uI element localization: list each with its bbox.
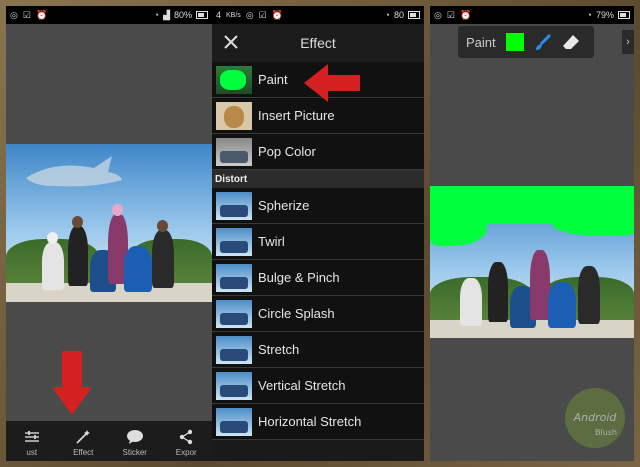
chevron-icon[interactable]: › bbox=[622, 30, 634, 54]
paint-label: Paint bbox=[466, 34, 496, 50]
page-title: Effect bbox=[300, 35, 336, 51]
brush-icon[interactable] bbox=[534, 33, 552, 51]
red-arrow-left-icon bbox=[304, 64, 360, 102]
effect-label: Circle Splash bbox=[258, 306, 335, 321]
photo-canvas[interactable] bbox=[6, 144, 212, 302]
photo-canvas[interactable] bbox=[430, 186, 634, 338]
svg-text:Blush: Blush bbox=[595, 428, 617, 437]
effect-label: Horizontal Stretch bbox=[258, 414, 362, 429]
battery-icon bbox=[408, 11, 420, 19]
status-bar: ◎ ☑ ⏰ ◔ 79% bbox=[430, 6, 634, 24]
effect-label: Stretch bbox=[258, 342, 300, 357]
speed-text: KB/s bbox=[226, 11, 241, 19]
tool-effect[interactable]: Effect bbox=[59, 429, 107, 457]
battery-icon bbox=[196, 11, 208, 19]
color-swatch[interactable] bbox=[505, 33, 524, 51]
watermark-logo: Android Blush bbox=[565, 388, 625, 448]
checkbox-icon: ☑ bbox=[446, 9, 455, 20]
whatsapp-icon: ◎ bbox=[434, 9, 442, 20]
effect-item-circle-splash[interactable]: Circle Splash bbox=[212, 296, 424, 332]
status-text: 4 bbox=[216, 10, 222, 20]
effect-label: Pop Color bbox=[258, 144, 316, 159]
shark-image bbox=[26, 156, 122, 187]
close-icon[interactable] bbox=[222, 33, 240, 51]
effect-thumbnail bbox=[216, 101, 252, 130]
effect-thumbnail bbox=[216, 335, 252, 364]
screenshot-effect-menu: 4 KB/s ◎ ☑ ⏰ ◔ 80 Effect Paint Insert Pi… bbox=[212, 6, 424, 461]
checkbox-icon: ☑ bbox=[22, 9, 31, 20]
effect-item-insert-picture[interactable]: Insert Picture bbox=[212, 98, 424, 134]
alarm-icon: ⏰ bbox=[35, 9, 48, 20]
status-bar: 4 KB/s ◎ ☑ ⏰ ◔ 80 bbox=[212, 6, 424, 24]
effect-item-vertical-stretch[interactable]: Vertical Stretch bbox=[212, 368, 424, 404]
effect-thumbnail bbox=[216, 371, 252, 400]
red-arrow-down-icon bbox=[52, 351, 92, 415]
effect-item-horizontal-stretch[interactable]: Horizontal Stretch bbox=[212, 404, 424, 440]
screenshot-paint-mode: ◎ ☑ ⏰ ◔ 79% Paint › Android Blush bbox=[430, 6, 634, 461]
whatsapp-icon: ◎ bbox=[245, 9, 254, 20]
wifi-icon: ◔ bbox=[153, 10, 160, 20]
tool-label: Sticker bbox=[122, 448, 147, 457]
effect-thumbnail bbox=[216, 299, 252, 328]
share-icon bbox=[180, 429, 193, 445]
effect-thumbnail bbox=[216, 65, 252, 94]
effect-label: Paint bbox=[258, 72, 288, 87]
sliders-icon bbox=[24, 431, 39, 442]
effect-thumbnail bbox=[216, 407, 252, 436]
tool-adjust[interactable]: ust bbox=[8, 429, 56, 457]
screenshot-editor-main: ◎ ☑ ⏰ ◔ ▟ 80% ust Effect Sticker Expor bbox=[6, 6, 212, 461]
wifi-icon: ◔ bbox=[384, 10, 390, 20]
alarm-icon: ⏰ bbox=[271, 9, 283, 20]
svg-text:Android: Android bbox=[573, 411, 618, 424]
effect-header: Effect bbox=[212, 24, 424, 62]
tool-label: Effect bbox=[73, 448, 94, 457]
signal-icon: ▟ bbox=[163, 9, 170, 20]
tool-sticker[interactable]: Sticker bbox=[111, 429, 159, 457]
section-header-distort: Distort bbox=[212, 170, 424, 188]
battery-percent: 80 bbox=[393, 10, 404, 20]
wifi-icon: ◔ bbox=[586, 10, 592, 20]
effect-label: Twirl bbox=[258, 234, 285, 249]
effect-thumbnail bbox=[216, 227, 252, 256]
effect-item-stretch[interactable]: Stretch bbox=[212, 332, 424, 368]
editor-toolbar: ust Effect Sticker Expor bbox=[6, 421, 212, 461]
effect-item-twirl[interactable]: Twirl bbox=[212, 224, 424, 260]
tool-label: ust bbox=[26, 448, 38, 457]
effect-thumbnail bbox=[216, 263, 252, 292]
battery-icon bbox=[618, 11, 630, 19]
tool-export[interactable]: Expor bbox=[162, 429, 210, 457]
effect-label: Spherize bbox=[258, 198, 310, 213]
effect-label: Bulge & Pinch bbox=[258, 270, 340, 285]
battery-percent: 80% bbox=[173, 10, 192, 20]
magic-wand-icon bbox=[76, 430, 91, 444]
whatsapp-icon: ◎ bbox=[10, 9, 18, 20]
battery-percent: 79% bbox=[595, 10, 614, 20]
effect-thumbnail bbox=[216, 137, 252, 166]
alarm-icon: ⏰ bbox=[459, 9, 472, 20]
effect-item-spherize[interactable]: Spherize bbox=[212, 188, 424, 224]
effect-thumbnail bbox=[216, 191, 252, 220]
paint-toolbar: Paint bbox=[458, 26, 594, 58]
checkbox-icon: ☑ bbox=[258, 9, 267, 20]
effect-label: Insert Picture bbox=[258, 108, 335, 123]
effect-list: Paint Insert Picture Pop Color Distort S… bbox=[212, 62, 424, 461]
speech-bubble-icon bbox=[126, 430, 143, 444]
status-bar: ◎ ☑ ⏰ ◔ ▟ 80% bbox=[6, 6, 212, 24]
tool-label: Expor bbox=[175, 448, 197, 457]
eraser-icon[interactable] bbox=[562, 33, 580, 51]
effect-label: Vertical Stretch bbox=[258, 378, 346, 393]
effect-item-pop-color[interactable]: Pop Color bbox=[212, 134, 424, 170]
effect-item-bulge-pinch[interactable]: Bulge & Pinch bbox=[212, 260, 424, 296]
